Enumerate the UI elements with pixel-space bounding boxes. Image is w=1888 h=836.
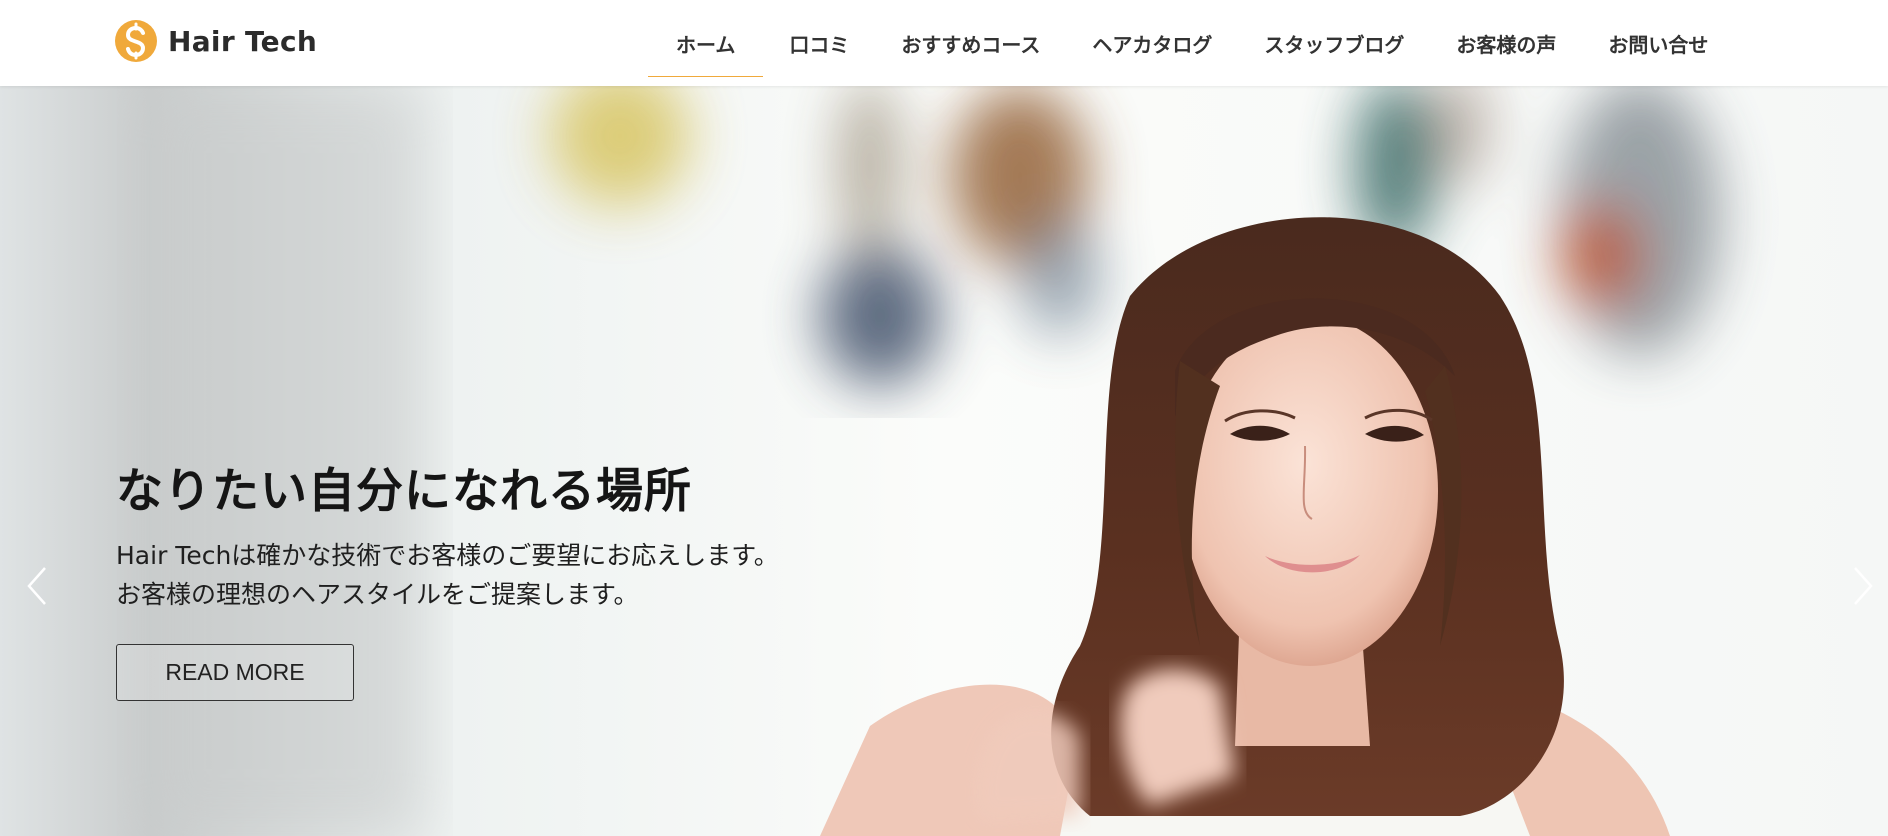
slider-previous-button[interactable] (16, 556, 56, 616)
hero-background-photo (0, 86, 1888, 836)
nav-hair-catalog[interactable]: ヘアカタログ (1066, 0, 1238, 86)
nav-recommended-courses[interactable]: おすすめコース (875, 0, 1066, 86)
slider-next-button[interactable] (1844, 556, 1884, 616)
brand-name: Hair Tech (168, 24, 318, 58)
hero-title: なりたい自分になれる場所 (116, 464, 692, 519)
nav-reviews[interactable]: 口コミ (763, 0, 875, 86)
hero-description: Hair Techは確かな技術でお客様のご要望にお応えします。 お客様の理想のヘ… (116, 536, 876, 614)
chevron-right-icon (1854, 567, 1873, 605)
hero-copy: なりたい自分になれる場所 Hair Techは確かな技術でお客様のご要望にお応え… (116, 464, 876, 702)
site-logo-link[interactable]: Hair Tech (114, 18, 317, 64)
dollar-s-icon (115, 20, 157, 62)
hero-description-line: お客様の理想のヘアスタイルをご提案します。 (116, 580, 639, 610)
hero-description-line: Hair Techは確かな技術でお客様のご要望にお応えします。 (116, 541, 779, 571)
main-navigation: ホーム 口コミ おすすめコース ヘアカタログ スタッフブログ お客様の声 お問い… (648, 0, 1734, 86)
nav-home[interactable]: ホーム (648, 0, 764, 86)
chevron-left-icon (27, 567, 46, 605)
nav-contact[interactable]: お問い合せ (1582, 0, 1734, 86)
nav-staff-blog[interactable]: スタッフブログ (1238, 0, 1430, 86)
nav-customer-voices[interactable]: お客様の声 (1430, 0, 1582, 86)
read-more-button[interactable]: READ MORE (116, 644, 354, 702)
site-header: Hair Tech ホーム 口コミ おすすめコース ヘアカタログ スタッフブログ… (0, 0, 1888, 86)
hero-slider: なりたい自分になれる場所 Hair Techは確かな技術でお客様のご要望にお応え… (0, 86, 1888, 836)
